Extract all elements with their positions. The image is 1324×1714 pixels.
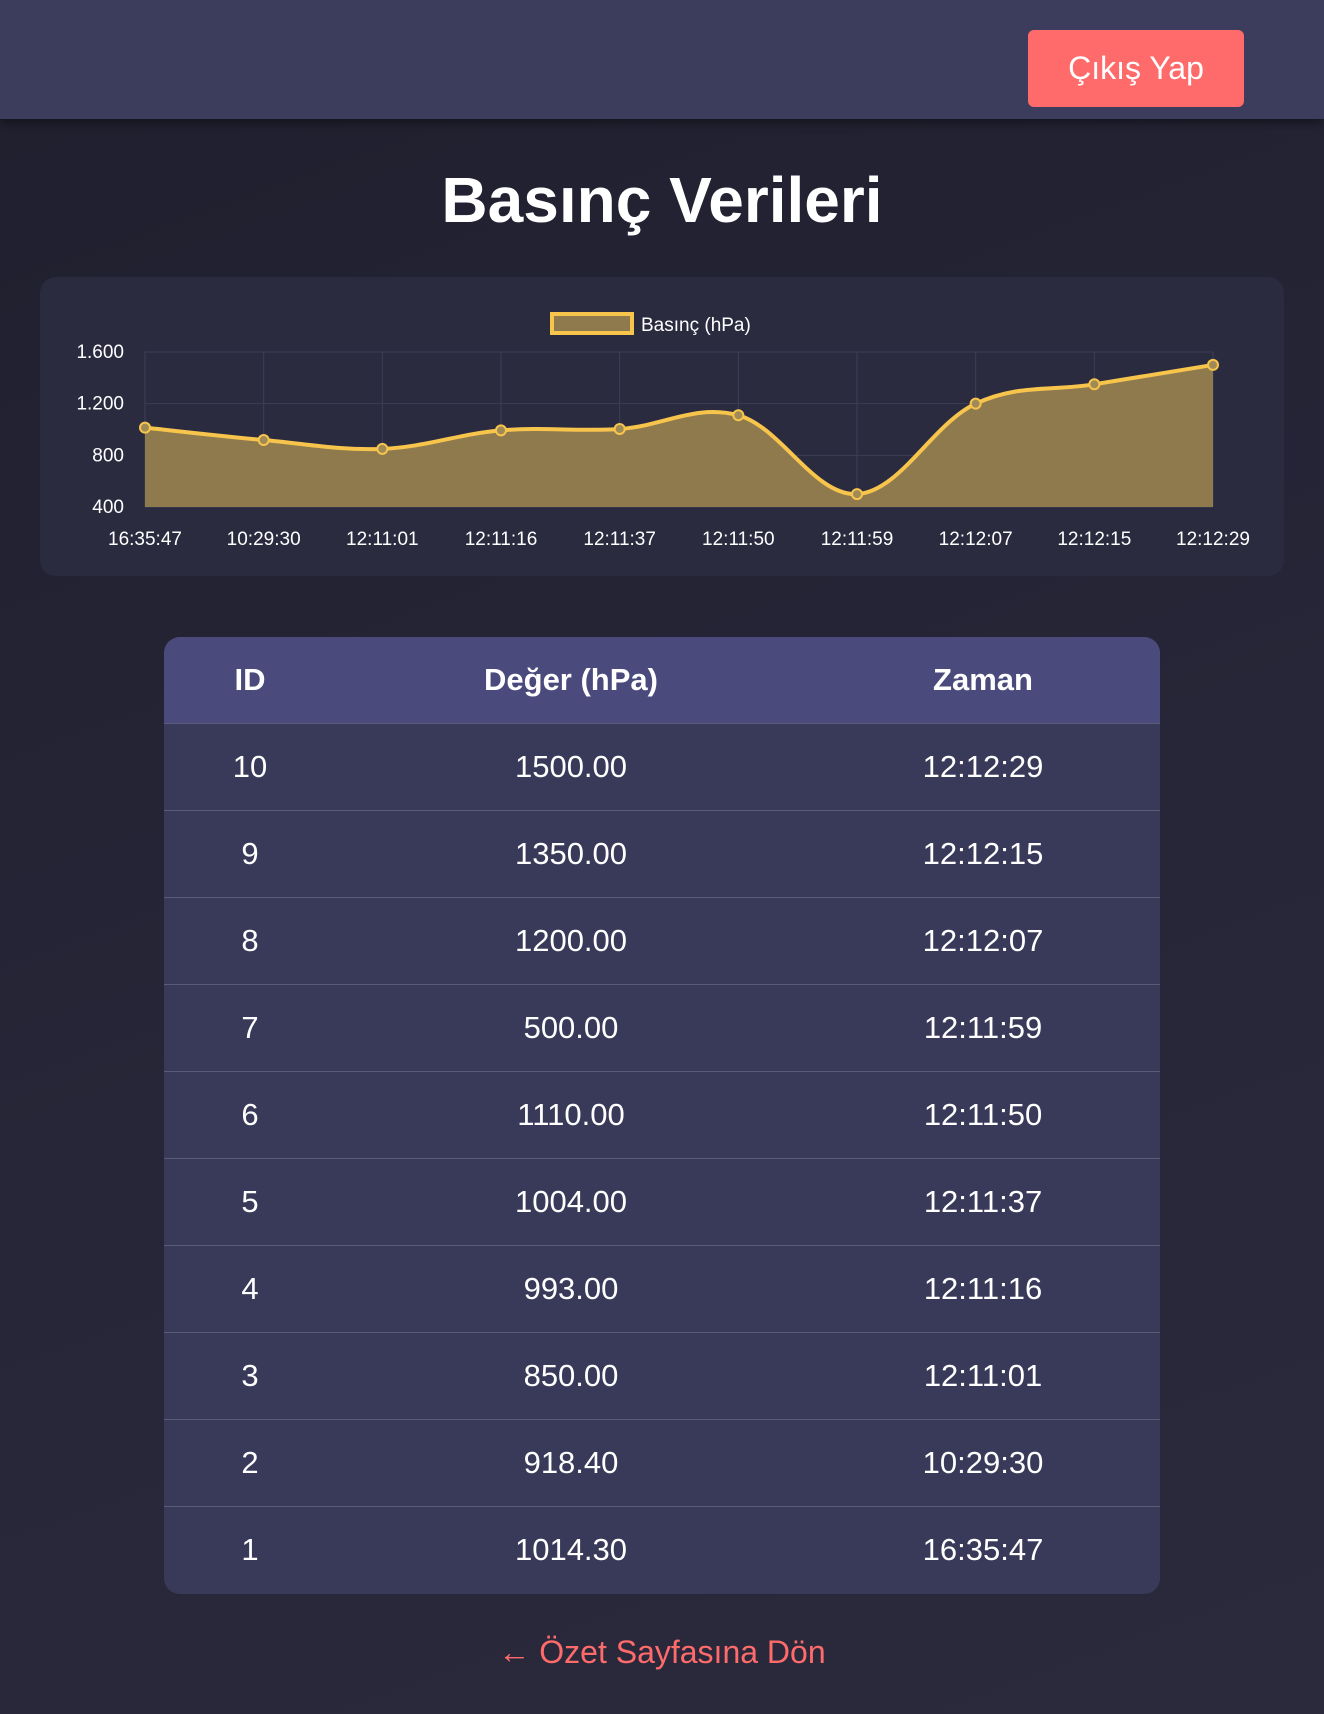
legend-swatch xyxy=(550,312,634,335)
pressure-table-container: ID Değer (hPa) Zaman 10 1500.00 12:12:29… xyxy=(164,637,1160,1594)
y-tick-label: 400 xyxy=(92,497,124,518)
x-tick-label: 16:35:47 xyxy=(108,529,182,550)
cell-value: 1500.00 xyxy=(336,722,806,810)
y-tick-label: 800 xyxy=(92,445,124,466)
cell-time: 12:11:16 xyxy=(806,1244,1160,1332)
data-point xyxy=(495,424,507,437)
x-tick-label: 12:11:37 xyxy=(583,529,656,550)
cell-value: 1200.00 xyxy=(336,896,806,984)
legend-label: Basınç (hPa) xyxy=(641,315,751,336)
x-tick-label: 12:12:15 xyxy=(1057,529,1131,550)
table-row: 7 500.00 12:11:59 xyxy=(164,983,1160,1071)
table-row: 1 1014.30 16:35:47 xyxy=(164,1505,1160,1593)
cell-id: 5 xyxy=(164,1157,336,1245)
cell-value: 1014.30 xyxy=(336,1505,806,1593)
column-header-id: ID xyxy=(234,661,266,697)
table-row: 4 993.00 12:11:16 xyxy=(164,1244,1160,1332)
x-tick-label: 12:11:59 xyxy=(821,529,894,550)
data-point xyxy=(1207,358,1219,371)
cell-id: 3 xyxy=(164,1331,336,1419)
cell-value: 500.00 xyxy=(336,983,806,1071)
cell-id: 8 xyxy=(164,896,336,984)
pressure-chart-card: 1.600 1.200 800 400 16:35:47 10:29:30 12:11:01… xyxy=(40,277,1284,576)
data-point xyxy=(851,488,863,501)
table-row: 9 1350.00 12:12:15 xyxy=(164,809,1160,897)
cell-time: 10:29:30 xyxy=(806,1418,1160,1506)
cell-time: 12:11:59 xyxy=(806,983,1160,1071)
x-tick-label: 12:12:07 xyxy=(939,529,1013,550)
cell-value: 918.40 xyxy=(336,1418,806,1506)
cell-time: 12:11:37 xyxy=(806,1157,1160,1245)
cell-id: 7 xyxy=(164,983,336,1071)
data-point xyxy=(969,397,982,410)
column-header-value: Değer (hPa) xyxy=(484,661,658,697)
x-tick-label: 12:11:16 xyxy=(465,529,538,550)
cell-time: 12:12:07 xyxy=(806,896,1160,984)
cell-id: 2 xyxy=(164,1418,336,1506)
data-point xyxy=(376,442,389,455)
cell-value: 850.00 xyxy=(336,1331,806,1419)
table-header-row: ID Değer (hPa) Zaman xyxy=(164,637,1160,723)
cell-value: 1350.00 xyxy=(336,809,806,897)
logout-button[interactable]: Çıkış Yap xyxy=(1028,30,1244,107)
cell-time: 16:35:47 xyxy=(806,1505,1160,1593)
cell-id: 10 xyxy=(164,722,336,810)
x-tick-label: 12:11:01 xyxy=(346,529,419,550)
cell-id: 4 xyxy=(164,1244,336,1332)
table-row: 2 918.40 10:29:30 xyxy=(164,1418,1160,1506)
data-point xyxy=(139,421,151,434)
data-point xyxy=(732,409,745,422)
cell-value: 1110.00 xyxy=(336,1070,806,1158)
cell-time: 12:11:50 xyxy=(806,1070,1160,1158)
cell-time: 12:12:15 xyxy=(806,809,1160,897)
column-header-time: Zaman xyxy=(933,661,1033,697)
data-point xyxy=(1088,378,1101,391)
cell-value: 993.00 xyxy=(336,1244,806,1332)
table-row: 5 1004.00 12:11:37 xyxy=(164,1157,1160,1245)
cell-time: 12:12:29 xyxy=(806,722,1160,810)
x-tick-label: 12:12:29 xyxy=(1176,529,1250,550)
table-row: 6 1110.00 12:11:50 xyxy=(164,1070,1160,1158)
y-tick-label: 1.600 xyxy=(76,342,124,363)
data-point xyxy=(257,434,270,447)
cell-time: 12:11:01 xyxy=(806,1331,1160,1419)
data-point xyxy=(613,422,626,435)
pressure-line-chart: 1.600 1.200 800 400 16:35:47 10:29:30 12:11:01… xyxy=(76,312,1250,550)
table-row: 10 1500.00 12:12:29 xyxy=(164,722,1160,810)
y-tick-label: 1.200 xyxy=(76,394,124,415)
cell-id: 9 xyxy=(164,809,336,897)
cell-id: 6 xyxy=(164,1070,336,1158)
back-to-summary-link[interactable]: ← Özet Sayfasına Dön xyxy=(0,1630,1324,1674)
x-tick-label: 10:29:30 xyxy=(227,529,301,550)
pressure-table: ID Değer (hPa) Zaman 10 1500.00 12:12:29… xyxy=(164,637,1160,1593)
cell-id: 1 xyxy=(164,1505,336,1593)
page-title: Basınç Verileri xyxy=(441,164,883,236)
x-tick-label: 12:11:50 xyxy=(702,529,775,550)
table-row: 3 850.00 12:11:01 xyxy=(164,1331,1160,1419)
table-row: 8 1200.00 12:12:07 xyxy=(164,896,1160,984)
top-navbar: Çıkış Yap xyxy=(0,0,1324,119)
cell-value: 1004.00 xyxy=(336,1157,806,1245)
